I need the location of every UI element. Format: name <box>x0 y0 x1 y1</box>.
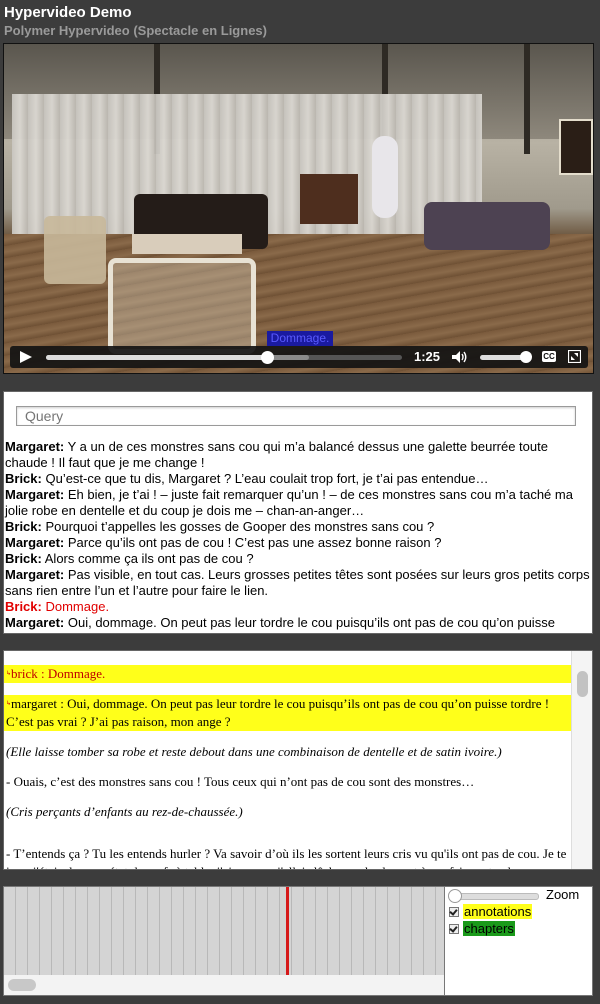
app-subtitle: Polymer Hypervideo (Spectacle en Lignes) <box>4 23 267 38</box>
line-text: Qu’est-ce que tu dis, Margaret ? L’eau c… <box>41 471 489 486</box>
annotations-scrollbar[interactable] <box>571 651 592 869</box>
play-icon[interactable] <box>20 351 32 363</box>
annotation-paragraph: - Ouais, c’est des monstres sans cou ! T… <box>4 773 571 791</box>
annotation-text: - Ouais, c’est des monstres sans cou ! T… <box>6 774 475 789</box>
app-header: Hypervideo Demo Polymer Hypervideo (Spec… <box>0 0 600 40</box>
line-text: Alors comme ça ils ont pas de cou ? <box>41 551 254 566</box>
transcript-line[interactable]: Margaret: Y a un de ces monstres sans co… <box>4 439 590 471</box>
speaker-name: Brick: <box>5 551 42 566</box>
line-text: Parce qu’ils ont pas de cou ! C’est pas … <box>64 535 442 550</box>
subtitle-caption: Dommage. <box>267 331 333 346</box>
line-text: Dommage. <box>41 599 110 614</box>
line-text: Y a un de ces monstres sans cou qui m’a … <box>5 439 548 470</box>
transcript-line[interactable]: Margaret: Oui, dommage. On peut pas leur… <box>4 615 590 633</box>
speaker-name: Margaret: <box>5 439 65 454</box>
timeline-playhead[interactable] <box>285 887 289 975</box>
line-text: Pas visible, en tout cas. Leurs grosses … <box>5 567 590 598</box>
annotation-paragraph: - T’entends ça ? Tu les entends hurler ?… <box>4 845 571 869</box>
annotation-text: margaret : Oui, dommage. On peut pas leu… <box>6 696 550 729</box>
seek-bar[interactable] <box>46 351 402 364</box>
video-frame-cabinet <box>300 174 358 224</box>
timeline-scrollbar[interactable] <box>4 975 444 995</box>
stage-direction: (Elle laisse tomber sa robe et reste deb… <box>4 743 571 761</box>
volume-slider[interactable] <box>480 351 532 363</box>
transcript-line[interactable]: Margaret: Parce qu’ils ont pas de cou ! … <box>4 535 590 551</box>
checkbox-annotations[interactable] <box>449 906 459 917</box>
annotation-highlight[interactable]: ↳brick : Dommage. <box>4 665 571 683</box>
transcript-panel: Margaret: Y a un de ces monstres sans co… <box>3 391 593 634</box>
speaker-name: Brick: <box>5 599 42 614</box>
scrollbar-thumb[interactable] <box>577 671 588 697</box>
fullscreen-icon[interactable] <box>568 350 581 363</box>
time-display: 1:25 <box>414 349 441 364</box>
timeline-controls: Zoom annotations chapters <box>444 886 593 996</box>
video-player[interactable]: Dommage. 1:25 CC <box>3 43 594 374</box>
layer-label-chapters: chapters <box>463 921 515 936</box>
speaker-name: Margaret: <box>5 487 65 502</box>
closed-captions-icon[interactable]: CC <box>542 351 556 362</box>
timeline-scrollbar-thumb[interactable] <box>8 979 36 991</box>
transcript-line[interactable]: Margaret: Pas visible, en tout cas. Leur… <box>4 567 590 599</box>
annotations-panel: ↳brick : Dommage. ↳margaret : Oui, dommag… <box>3 650 593 870</box>
timeline-track[interactable] <box>4 887 444 975</box>
query-input[interactable] <box>16 406 576 426</box>
layer-toggle-annotations[interactable]: annotations <box>449 904 533 920</box>
speaker-name: Margaret: <box>5 535 65 550</box>
app-title: Hypervideo Demo <box>4 4 132 21</box>
transcript-line[interactable]: Brick: Qu’est-ce que tu dis, Margaret ? … <box>4 471 590 487</box>
annotation-text: (Elle laisse tomber sa robe et reste deb… <box>6 744 502 759</box>
video-frame-window <box>559 119 593 175</box>
zoom-handle[interactable] <box>448 889 462 903</box>
line-text: Eh bien, je t’ai ! – juste fait remarque… <box>5 487 573 518</box>
transcript-line[interactable]: Brick: Pourquoi t’appelles les gosses de… <box>4 519 590 535</box>
transcript-lines: Margaret: Y a un de ces monstres sans co… <box>4 439 590 633</box>
line-text: Oui, dommage. On peut pas leur tordre le… <box>5 615 555 633</box>
video-controls: 1:25 CC <box>10 346 588 368</box>
transcript-line[interactable]: Brick: Alors comme ça ils ont pas de cou… <box>4 551 590 567</box>
video-frame-chair <box>44 216 106 284</box>
speaker-name: Brick: <box>5 471 42 486</box>
video-frame-table <box>132 234 242 254</box>
video-frame-chair <box>108 258 256 354</box>
speaker-name: Brick: <box>5 519 42 534</box>
speaker-name: Margaret: <box>5 615 65 630</box>
annotation-text: (Cris perçants d’enfants au rez-de-chaus… <box>6 804 243 819</box>
zoom-slider[interactable] <box>448 889 539 903</box>
video-frame-actor <box>372 136 398 218</box>
annotations-content: ↳brick : Dommage. ↳margaret : Oui, dommag… <box>4 665 571 869</box>
annotation-highlight[interactable]: ↳margaret : Oui, dommage. On peut pas le… <box>4 695 571 731</box>
timeline-panel[interactable] <box>3 886 445 996</box>
layer-toggle-chapters[interactable]: chapters <box>449 921 515 937</box>
seek-progress <box>46 355 267 360</box>
stage-direction: (Cris perçants d’enfants au rez-de-chaus… <box>4 803 571 821</box>
volume-handle[interactable] <box>519 351 532 363</box>
transcript-line[interactable]: Brick: Dommage. <box>4 599 590 615</box>
line-text: Pourquoi t’appelles les gosses de Gooper… <box>41 519 435 534</box>
volume-icon[interactable] <box>452 351 468 363</box>
seek-handle[interactable] <box>260 351 274 364</box>
checkbox-chapters[interactable] <box>449 923 459 934</box>
layer-label-annotations: annotations <box>463 904 533 919</box>
video-frame-detail <box>524 44 530 154</box>
speaker-name: Margaret: <box>5 567 65 582</box>
zoom-label: Zoom <box>546 887 580 902</box>
transcript-line[interactable]: Margaret: Eh bien, je t’ai ! – juste fai… <box>4 487 590 519</box>
annotation-text: brick : Dommage. <box>11 666 106 681</box>
annotation-text: - T’entends ça ? Tu les entends hurler ?… <box>6 846 567 869</box>
video-frame-bed <box>424 202 550 250</box>
